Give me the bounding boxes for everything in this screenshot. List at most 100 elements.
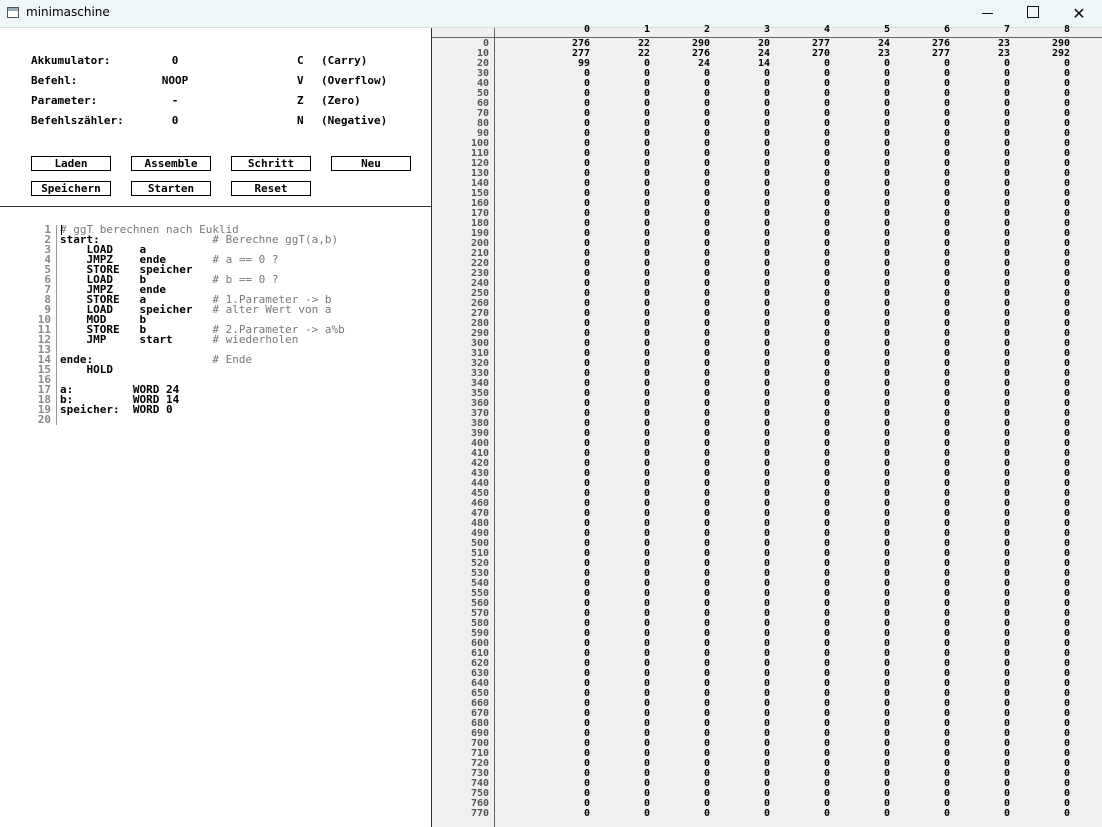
memory-cell[interactable]: 0 bbox=[730, 809, 770, 819]
memory-cell[interactable]: 0 bbox=[1090, 579, 1102, 589]
memory-cell[interactable]: 0 bbox=[1090, 759, 1102, 769]
memory-cell[interactable]: 0 bbox=[1090, 559, 1102, 569]
memory-cell[interactable]: 0 bbox=[1090, 649, 1102, 659]
minimize-button[interactable] bbox=[964, 0, 1010, 27]
memory-cell[interactable]: 0 bbox=[1090, 629, 1102, 639]
code-editor[interactable]: 1 2 3 4 5 6 7 8 9 10 11 12 13 14 15 16 17 18 19 20 # ggT be… bbox=[0, 224, 431, 435]
memory-cell[interactable]: 0 bbox=[1090, 789, 1102, 799]
memory-cell[interactable]: 0 bbox=[670, 809, 710, 819]
memory-cell[interactable]: 0 bbox=[1090, 729, 1102, 739]
memory-cell[interactable]: 0 bbox=[1090, 379, 1102, 389]
code-text[interactable]: # ggT berechnen nach Euklid start: # Bere… bbox=[60, 224, 345, 425]
memory-cell[interactable]: 0 bbox=[1090, 659, 1102, 669]
memory-cell[interactable]: 0 bbox=[1090, 329, 1102, 339]
memory-cell[interactable]: 0 bbox=[1090, 799, 1102, 809]
memory-cell[interactable]: 0 bbox=[1090, 419, 1102, 429]
memory-cell[interactable]: 0 bbox=[1090, 719, 1102, 729]
memory-cell[interactable]: 0 bbox=[1090, 569, 1102, 579]
memory-cell[interactable]: 0 bbox=[1090, 149, 1102, 159]
memory-cell[interactable]: 0 bbox=[1090, 179, 1102, 189]
memory-cell[interactable]: 0 bbox=[1090, 709, 1102, 719]
memory-cell[interactable]: 0 bbox=[1090, 699, 1102, 709]
memory-cell[interactable]: 0 bbox=[1090, 79, 1102, 89]
memory-cell[interactable]: 0 bbox=[1090, 489, 1102, 499]
memory-cell[interactable]: 0 bbox=[1090, 749, 1102, 759]
memory-cell[interactable]: 0 bbox=[1030, 809, 1070, 819]
reset-button[interactable]: Reset bbox=[231, 181, 311, 196]
memory-cell[interactable]: 0 bbox=[1090, 199, 1102, 209]
memory-cell[interactable]: 0 bbox=[1090, 119, 1102, 129]
memory-cell[interactable]: 0 bbox=[1090, 69, 1102, 79]
memory-cell[interactable]: 0 bbox=[1090, 239, 1102, 249]
memory-cell[interactable]: 0 bbox=[1090, 639, 1102, 649]
memory-cell[interactable]: 0 bbox=[1090, 529, 1102, 539]
memory-cell[interactable]: 0 bbox=[1090, 779, 1102, 789]
step-button[interactable]: Schritt bbox=[231, 156, 311, 171]
memory-cell[interactable]: 0 bbox=[1090, 89, 1102, 99]
memory-cell[interactable]: 0 bbox=[1090, 619, 1102, 629]
close-button[interactable]: ✕ bbox=[1056, 0, 1102, 27]
memory-cell[interactable]: 0 bbox=[1090, 129, 1102, 139]
memory-cell[interactable]: 0 bbox=[970, 809, 1010, 819]
memory-cell[interactable]: 0 bbox=[1090, 299, 1102, 309]
memory-cell[interactable]: 0 bbox=[1090, 209, 1102, 219]
memory-cell[interactable]: 0 bbox=[1090, 459, 1102, 469]
load-button[interactable]: Laden bbox=[31, 156, 111, 171]
memory-cell[interactable]: 0 bbox=[1090, 539, 1102, 549]
memory-cell[interactable]: 0 bbox=[1090, 769, 1102, 779]
memory-cell[interactable]: 0 bbox=[1090, 669, 1102, 679]
assemble-button[interactable]: Assemble bbox=[131, 156, 211, 171]
memory-cell[interactable]: 0 bbox=[1090, 219, 1102, 229]
new-button[interactable]: Neu bbox=[331, 156, 411, 171]
memory-cell[interactable]: 0 bbox=[1090, 269, 1102, 279]
memory-cell[interactable]: 0 bbox=[1090, 139, 1102, 149]
maximize-button[interactable] bbox=[1010, 0, 1056, 27]
memory-cell[interactable]: 0 bbox=[1090, 59, 1102, 69]
memory-cell[interactable]: 0 bbox=[1090, 429, 1102, 439]
memory-cell[interactable]: 0 bbox=[550, 809, 590, 819]
memory-cell[interactable]: 0 bbox=[1090, 809, 1102, 819]
memory-cell[interactable]: 0 bbox=[1090, 449, 1102, 459]
memory-cell[interactable]: 0 bbox=[790, 809, 830, 819]
memory-cell[interactable]: 0 bbox=[1090, 549, 1102, 559]
memory-cell[interactable]: 0 bbox=[1090, 689, 1102, 699]
memory-cell[interactable]: 0 bbox=[910, 809, 950, 819]
memory-cell[interactable]: 0 bbox=[1090, 599, 1102, 609]
memory-cell[interactable]: 0 bbox=[1090, 349, 1102, 359]
memory-cell[interactable]: 0 bbox=[1090, 109, 1102, 119]
memory-cell[interactable]: 0 bbox=[1090, 229, 1102, 239]
flag-letter-negative: N bbox=[297, 114, 304, 127]
memory-cell[interactable]: 0 bbox=[1090, 289, 1102, 299]
memory-cell[interactable]: 0 bbox=[1090, 679, 1102, 689]
memory-cell[interactable]: 0 bbox=[1090, 339, 1102, 349]
memory-cell[interactable]: 0 bbox=[1090, 169, 1102, 179]
memory-cell[interactable]: 0 bbox=[1090, 439, 1102, 449]
memory-cell[interactable]: 0 bbox=[1090, 99, 1102, 109]
memory-cell[interactable]: 0 bbox=[1090, 519, 1102, 529]
memory-cell[interactable]: 0 bbox=[1090, 509, 1102, 519]
memory-cell[interactable]: 0 bbox=[850, 809, 890, 819]
memory-cell[interactable]: 0 bbox=[1090, 369, 1102, 379]
memory-cell[interactable]: 0 bbox=[1090, 249, 1102, 259]
memory-cell[interactable]: 0 bbox=[1090, 399, 1102, 409]
memory-cell[interactable]: 0 bbox=[1090, 589, 1102, 599]
memory-cell[interactable]: 0 bbox=[1090, 279, 1102, 289]
memory-cell[interactable]: 0 bbox=[1090, 469, 1102, 479]
memory-cell[interactable]: 0 bbox=[1090, 49, 1102, 59]
save-button[interactable]: Speichern bbox=[31, 181, 111, 196]
memory-cell[interactable]: 0 bbox=[1090, 319, 1102, 329]
memory-cell[interactable]: 0 bbox=[1090, 609, 1102, 619]
memory-cell[interactable]: 0 bbox=[1090, 739, 1102, 749]
memory-cell[interactable]: 0 bbox=[1090, 389, 1102, 399]
memory-cell[interactable]: 20 bbox=[1090, 39, 1102, 49]
memory-cell[interactable]: 0 bbox=[1090, 479, 1102, 489]
memory-cell[interactable]: 0 bbox=[610, 809, 650, 819]
memory-cell[interactable]: 0 bbox=[1090, 409, 1102, 419]
memory-cell[interactable]: 0 bbox=[1090, 189, 1102, 199]
memory-cell[interactable]: 0 bbox=[1090, 359, 1102, 369]
memory-cell[interactable]: 0 bbox=[1090, 159, 1102, 169]
start-button[interactable]: Starten bbox=[131, 181, 211, 196]
memory-cell[interactable]: 0 bbox=[1090, 309, 1102, 319]
memory-cell[interactable]: 0 bbox=[1090, 499, 1102, 509]
memory-cell[interactable]: 0 bbox=[1090, 259, 1102, 269]
